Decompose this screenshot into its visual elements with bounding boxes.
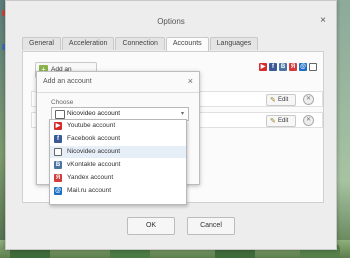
remove-icon[interactable]: ✕: [303, 94, 314, 105]
options-window: Options × General Acceleration Connectio…: [5, 0, 337, 250]
pencil-icon: ✎: [270, 118, 276, 125]
tab-accounts[interactable]: Accounts: [165, 37, 209, 51]
selected-account-type: Nicovideo account: [67, 110, 121, 117]
vkontakte-icon: B: [54, 161, 62, 169]
youtube-icon[interactable]: ▶: [259, 63, 267, 71]
dropdown-option-selected[interactable]: Nicovideo account: [50, 146, 186, 158]
mailru-icon: @: [54, 187, 62, 195]
tab-bar: General Acceleration Connection Accounts…: [22, 37, 259, 51]
tab-general[interactable]: General: [22, 37, 61, 50]
facebook-icon: f: [54, 135, 62, 143]
dropdown-option-label: Nicovideo account: [67, 148, 121, 155]
chevron-down-icon: ▾: [180, 111, 184, 117]
edit-button[interactable]: ✎ Edit: [266, 94, 296, 106]
edit-label: Edit: [278, 118, 289, 124]
vkontakte-icon[interactable]: B: [279, 63, 287, 71]
dialog-close-icon[interactable]: ×: [188, 76, 193, 86]
dialog-title: Add an account: [43, 78, 92, 85]
tab-acceleration[interactable]: Acceleration: [61, 37, 115, 50]
dropdown-option-label: Facebook account: [67, 135, 121, 142]
edit-button[interactable]: ✎ Edit: [266, 115, 296, 127]
youtube-icon: ▶: [54, 122, 62, 130]
remove-icon[interactable]: ✕: [303, 115, 314, 126]
account-type-dropdown: ▶ Youtube account f Facebook account Nic…: [49, 119, 187, 205]
nicovideo-icon[interactable]: [309, 63, 317, 71]
desktop-background-right: [336, 0, 350, 258]
dropdown-option[interactable]: ▶ Youtube account: [50, 120, 186, 132]
tab-connection[interactable]: Connection: [115, 37, 165, 50]
choose-label: Choose: [51, 99, 74, 106]
pencil-icon: ✎: [270, 97, 276, 104]
dropdown-option-label: vKontakte account: [67, 161, 121, 168]
mailru-icon[interactable]: @: [299, 63, 307, 71]
dropdown-option[interactable]: Я Yandex account: [50, 172, 186, 184]
service-icons: ▶ f B Я @: [257, 63, 317, 71]
facebook-icon[interactable]: f: [269, 63, 277, 71]
cancel-button[interactable]: Cancel: [187, 217, 235, 235]
window-title: Options: [157, 17, 185, 26]
dropdown-option-label: Youtube account: [67, 122, 116, 129]
tab-languages[interactable]: Languages: [209, 37, 259, 50]
ok-button[interactable]: OK: [127, 217, 175, 235]
title-bar: Options ×: [6, 1, 336, 41]
yandex-icon[interactable]: Я: [289, 63, 297, 71]
close-icon[interactable]: ×: [320, 15, 326, 26]
yandex-icon: Я: [54, 174, 62, 182]
edit-label: Edit: [278, 97, 289, 103]
nicovideo-icon: [54, 148, 62, 156]
dropdown-option-label: Yandex account: [67, 174, 114, 181]
dialog-divider: [37, 92, 199, 93]
dropdown-option[interactable]: B vKontakte account: [50, 159, 186, 171]
dropdown-option[interactable]: @ Mail.ru account: [50, 185, 186, 197]
dropdown-option[interactable]: f Facebook account: [50, 133, 186, 145]
nicovideo-icon: [55, 110, 65, 119]
dropdown-option-label: Mail.ru account: [67, 187, 112, 194]
